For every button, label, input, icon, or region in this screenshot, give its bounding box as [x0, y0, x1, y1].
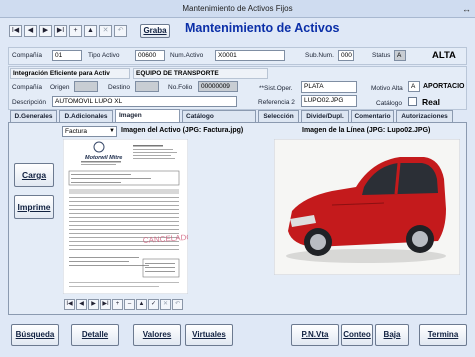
chevron-down-icon: ▼	[109, 128, 115, 134]
motivo-alta-label: Motivo Alta	[371, 85, 403, 92]
real-checkbox[interactable]	[408, 97, 417, 106]
invoice-brand: Motorwil Mitre	[85, 155, 122, 161]
num-activo-label: Num.Activo	[170, 52, 204, 59]
destino-field	[135, 81, 159, 92]
folio-label: No.Folio	[168, 84, 193, 91]
asset-image-label: Imagen del Activo (JPG: Factura.jpg)	[121, 127, 244, 134]
sist-oper-field[interactable]: PLATA	[301, 81, 357, 93]
carga-button[interactable]: Carga	[14, 163, 54, 187]
img-first-button[interactable]: I◀	[64, 299, 75, 310]
img-prev-button[interactable]: ◀	[76, 299, 87, 310]
resize-icon[interactable]: ↔	[462, 0, 471, 18]
termina-button[interactable]: Termina	[419, 324, 467, 346]
pn-vta-button[interactable]: P.N.Vta	[291, 324, 339, 346]
compania-label: Compañía	[12, 52, 42, 59]
tipo-activo-field[interactable]: 00600	[135, 50, 165, 61]
compania-field[interactable]: 01	[52, 50, 82, 61]
page-title: Mantenimiento de Activos	[185, 21, 340, 35]
origen-label: Origen	[50, 84, 70, 91]
first-record-button[interactable]: I◀	[9, 25, 22, 37]
origen-field	[74, 81, 98, 92]
detalle-button[interactable]: Detalle	[71, 324, 119, 346]
img-add-button[interactable]: +	[112, 299, 123, 310]
referencia2-label: Referencia 2	[258, 99, 295, 106]
undo-record-button[interactable]: ↶	[114, 25, 127, 37]
img-undo-button[interactable]: ↶	[172, 299, 183, 310]
motivo-alta-text: APORTACIO	[423, 83, 465, 90]
img-last-button[interactable]: ▶I	[100, 299, 111, 310]
category-field: EQUIPO DE TRANSPORTE	[133, 68, 268, 79]
img-remove-button[interactable]: –	[124, 299, 135, 310]
status-text: ALTA	[432, 50, 456, 61]
image-type-select[interactable]: Factura ▼	[62, 126, 117, 137]
catalogo-label: Catálogo	[376, 100, 403, 107]
window-titlebar: Mantenimiento de Activos Fijos ↔	[0, 0, 475, 18]
subnum-label: Sub.Num.	[305, 52, 334, 59]
asset-invoice-image: Motorwil Mitre CANCELADO	[62, 138, 193, 295]
folio-field: 00000009	[198, 81, 238, 92]
img-cancel-button[interactable]: ✕	[160, 299, 171, 310]
up-record-button[interactable]: ▲	[84, 25, 97, 37]
descripcion-label: Descripción	[12, 99, 46, 106]
compania2-label: Compañía	[12, 84, 42, 91]
tipo-activo-label: Tipo Activo	[88, 52, 120, 59]
line-image-label: Imagen de la Línea (JPG: Lupo02.JPG)	[302, 127, 431, 134]
num-activo-field[interactable]: X0001	[215, 50, 285, 61]
status-label: Status	[372, 52, 391, 59]
img-up-button[interactable]: ▲	[136, 299, 147, 310]
last-record-button[interactable]: ▶I	[54, 25, 67, 37]
next-record-button[interactable]: ▶	[39, 25, 52, 37]
referencia2-field[interactable]: LUPO02.JPG	[301, 95, 357, 107]
tab-catalogo[interactable]: Catálogo	[182, 110, 256, 122]
tab-d-generales[interactable]: D.Generales	[10, 110, 57, 122]
busqueda-button[interactable]: Búsqueda	[11, 324, 59, 346]
save-button[interactable]: Graba	[140, 24, 170, 38]
image-type-value: Factura	[65, 128, 88, 135]
baja-button[interactable]: Baja	[375, 324, 409, 346]
delete-record-button[interactable]: ✕	[99, 25, 112, 37]
img-next-button[interactable]: ▶	[88, 299, 99, 310]
descripcion-field[interactable]: AUTOMOVIL LUPO XL	[52, 96, 237, 107]
conteo-button[interactable]: Conteo	[341, 324, 373, 346]
tab-divide-dupl[interactable]: Divide/Dupl.	[301, 110, 349, 122]
status-field: A	[394, 50, 406, 61]
valores-button[interactable]: Valores	[133, 324, 181, 346]
company-name-field: Integración Eficiente para Activ	[10, 68, 130, 79]
line-car-image	[273, 138, 461, 276]
window-title: Mantenimiento de Activos Fijos	[182, 4, 293, 13]
virtuales-button[interactable]: Virtuales	[185, 324, 233, 346]
tab-imagen[interactable]: Imagen	[115, 109, 180, 122]
img-confirm-button[interactable]: ✓	[148, 299, 159, 310]
tab-seleccion[interactable]: Selección	[258, 110, 299, 122]
subnum-field[interactable]: 000	[338, 50, 354, 61]
tab-d-adicionales[interactable]: D.Adicionales	[59, 110, 113, 122]
imprime-button[interactable]: Imprime	[14, 195, 54, 219]
sist-oper-label: **Sist.Oper.	[259, 85, 293, 92]
tab-comentario[interactable]: Comentario	[351, 110, 394, 122]
destino-label: Destino	[108, 84, 131, 91]
prev-record-button[interactable]: ◀	[24, 25, 37, 37]
tab-autorizaciones[interactable]: Autorizaciones	[396, 110, 453, 122]
real-label: Real	[422, 97, 440, 107]
add-record-button[interactable]: +	[69, 25, 82, 37]
motivo-alta-code[interactable]: A	[408, 81, 420, 92]
